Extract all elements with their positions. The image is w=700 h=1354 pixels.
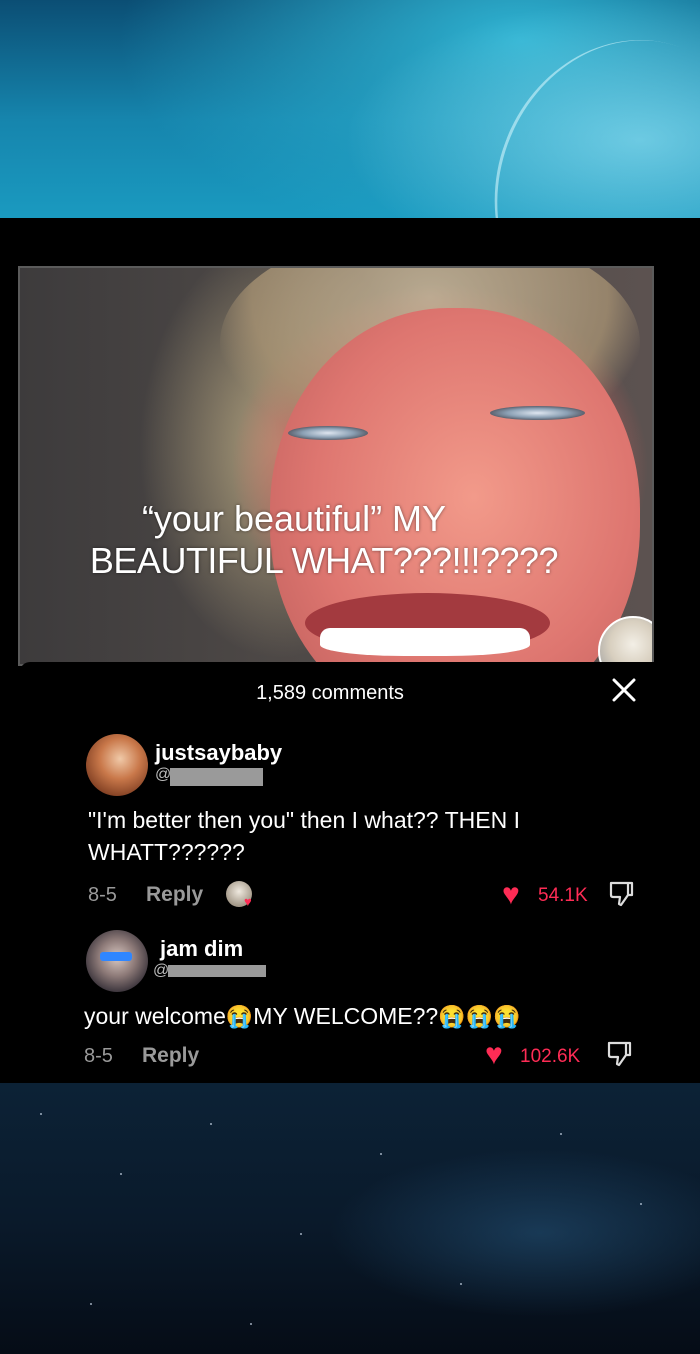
comment-avatar[interactable]	[86, 930, 148, 992]
heart-icon[interactable]: ♥	[485, 1040, 503, 1070]
video-eye-right	[490, 406, 585, 420]
reply-button[interactable]: Reply	[146, 883, 203, 907]
loudly-crying-emoji-icon: 😭	[493, 1004, 521, 1029]
comment-date: 8-5	[84, 1045, 113, 1067]
background-top	[0, 0, 700, 218]
close-icon[interactable]	[610, 676, 638, 704]
comment-text-line2: WHATT??????	[88, 839, 245, 865]
comment-text-part1: your welcome	[84, 1003, 226, 1029]
post-screenshot: “your beautiful” MY BEAUTIFUL WHAT???!!!…	[0, 218, 700, 1083]
creator-liked-heart-icon: ♥	[244, 894, 252, 909]
comment-text-line1: "I'm better then you" then I what?? THEN…	[88, 807, 520, 833]
reply-button[interactable]: Reply	[142, 1044, 199, 1068]
loudly-crying-emoji-icon: 😭	[465, 1004, 494, 1029]
video-caption-line2: BEAUTIFUL WHAT???!!!????	[89, 540, 559, 581]
heart-icon[interactable]: ♥	[502, 880, 520, 910]
video-frame[interactable]: “your beautiful” MY BEAUTIFUL WHAT???!!!…	[18, 266, 654, 666]
comment-handle-prefix: @	[155, 766, 172, 783]
avatar-glasses	[100, 952, 132, 961]
loudly-crying-emoji-icon: 😭	[438, 1004, 466, 1029]
comments-panel: 1,589 comments justsaybaby @ "I'm better…	[20, 662, 682, 1083]
video-caption-line1: “your beautiful” MY	[141, 498, 447, 539]
redacted-handle	[168, 965, 266, 977]
dislike-icon[interactable]	[606, 1040, 632, 1068]
redacted-handle	[170, 768, 263, 786]
like-count: 54.1K	[538, 885, 588, 906]
comment-handle-prefix: @	[153, 962, 170, 979]
video-eye-left	[288, 426, 368, 440]
background-bottom	[0, 1083, 700, 1354]
comments-count: 1,589 comments	[256, 682, 404, 704]
loudly-crying-emoji-icon: 😭	[225, 1004, 254, 1029]
video-teeth	[320, 628, 530, 656]
comment-text: your welcome😭MY WELCOME??😭😭😭	[84, 1000, 520, 1033]
comment-username[interactable]: justsaybaby	[155, 740, 282, 766]
comment-date: 8-5	[88, 884, 117, 906]
like-count: 102.6K	[520, 1046, 581, 1067]
comment-username[interactable]: jam dim	[160, 936, 243, 962]
dislike-icon[interactable]	[608, 880, 634, 908]
comment-avatar[interactable]	[86, 734, 148, 796]
comment-text-part2: MY WELCOME??	[253, 1003, 439, 1029]
